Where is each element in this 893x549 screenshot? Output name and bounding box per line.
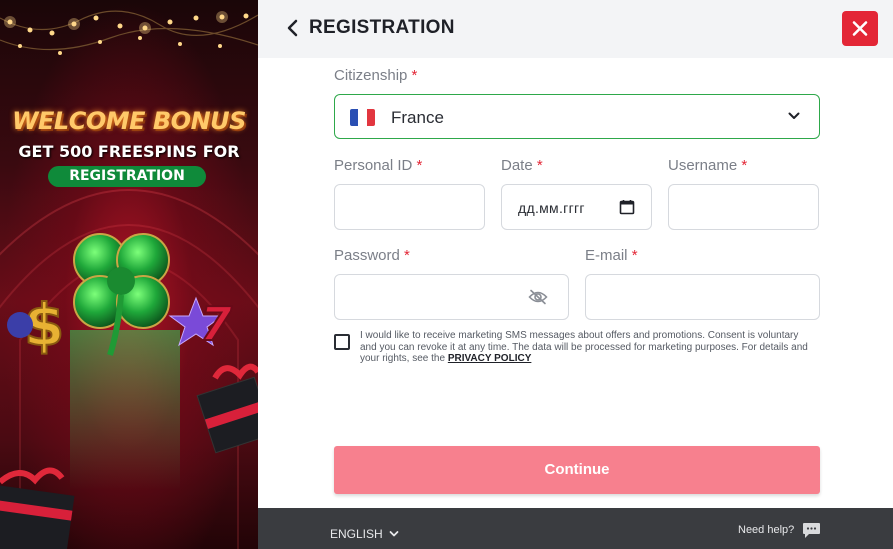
chevron-left-icon — [287, 19, 298, 37]
chat-icon[interactable] — [802, 522, 821, 539]
date-label-text: Date — [501, 157, 533, 174]
date-input[interactable]: дд.мм.гггг — [501, 184, 652, 230]
personal-id-input[interactable] — [334, 184, 485, 230]
svg-text:7: 7 — [200, 297, 232, 351]
required-mark: * — [741, 157, 748, 174]
email-label: E-mail * — [585, 247, 638, 264]
modal-header: REGISTRATION — [258, 0, 893, 58]
chevron-down-icon — [788, 112, 800, 119]
personal-id-label-text: Personal ID — [334, 157, 413, 174]
citizenship-label-text: Citizenship — [334, 67, 408, 84]
marketing-consent-checkbox[interactable] — [334, 334, 350, 350]
required-mark: * — [416, 157, 423, 174]
required-mark: * — [631, 247, 638, 264]
username-label-text: Username — [668, 157, 738, 174]
personal-id-label: Personal ID * — [334, 157, 422, 174]
privacy-policy-link[interactable]: PRIVACY POLICY — [448, 353, 532, 364]
promo-artwork: $ 7 — [0, 10, 258, 549]
page-title: REGISTRATION — [309, 17, 455, 38]
chevron-down-icon — [389, 531, 399, 537]
eye-off-icon[interactable] — [528, 289, 548, 305]
date-placeholder: дд.мм.гггг — [518, 200, 585, 216]
language-selector[interactable]: ENGLISH — [330, 527, 399, 541]
back-button[interactable] — [285, 17, 301, 39]
citizenship-value: France — [391, 108, 444, 127]
promo-headline: WELCOME BONUS — [12, 107, 246, 135]
continue-button[interactable]: Continue — [334, 446, 820, 494]
promo-badge: REGISTRATION — [48, 166, 206, 187]
required-mark: * — [411, 67, 418, 84]
calendar-icon[interactable] — [619, 199, 635, 215]
language-label: ENGLISH — [330, 527, 383, 541]
email-label-text: E-mail — [585, 247, 628, 264]
close-icon — [852, 21, 868, 36]
promo-subline: GET 500 FREESPINS FOR — [18, 142, 240, 161]
required-mark: * — [536, 157, 543, 174]
email-input[interactable] — [585, 274, 820, 320]
consent-text: I would like to receive marketing SMS me… — [360, 330, 815, 365]
citizenship-label: Citizenship * — [334, 67, 417, 84]
username-input[interactable] — [668, 184, 819, 230]
password-input[interactable] — [334, 274, 569, 320]
need-help-link[interactable]: Need help? — [738, 524, 794, 536]
footer: ENGLISH Need help? — [258, 508, 893, 549]
close-button[interactable] — [842, 11, 878, 46]
consent-body: I would like to receive marketing SMS me… — [360, 330, 808, 364]
citizenship-select[interactable]: France — [334, 94, 820, 139]
promo-banner: $ 7 WELCOME BONUS GET 500 FREESPINS FOR … — [0, 0, 258, 549]
required-mark: * — [404, 247, 410, 264]
password-label-text: Password — [334, 247, 400, 264]
password-label: Password * — [334, 247, 410, 264]
username-label: Username * — [668, 157, 747, 174]
date-label: Date * — [501, 157, 543, 174]
france-flag-icon — [350, 109, 375, 126]
